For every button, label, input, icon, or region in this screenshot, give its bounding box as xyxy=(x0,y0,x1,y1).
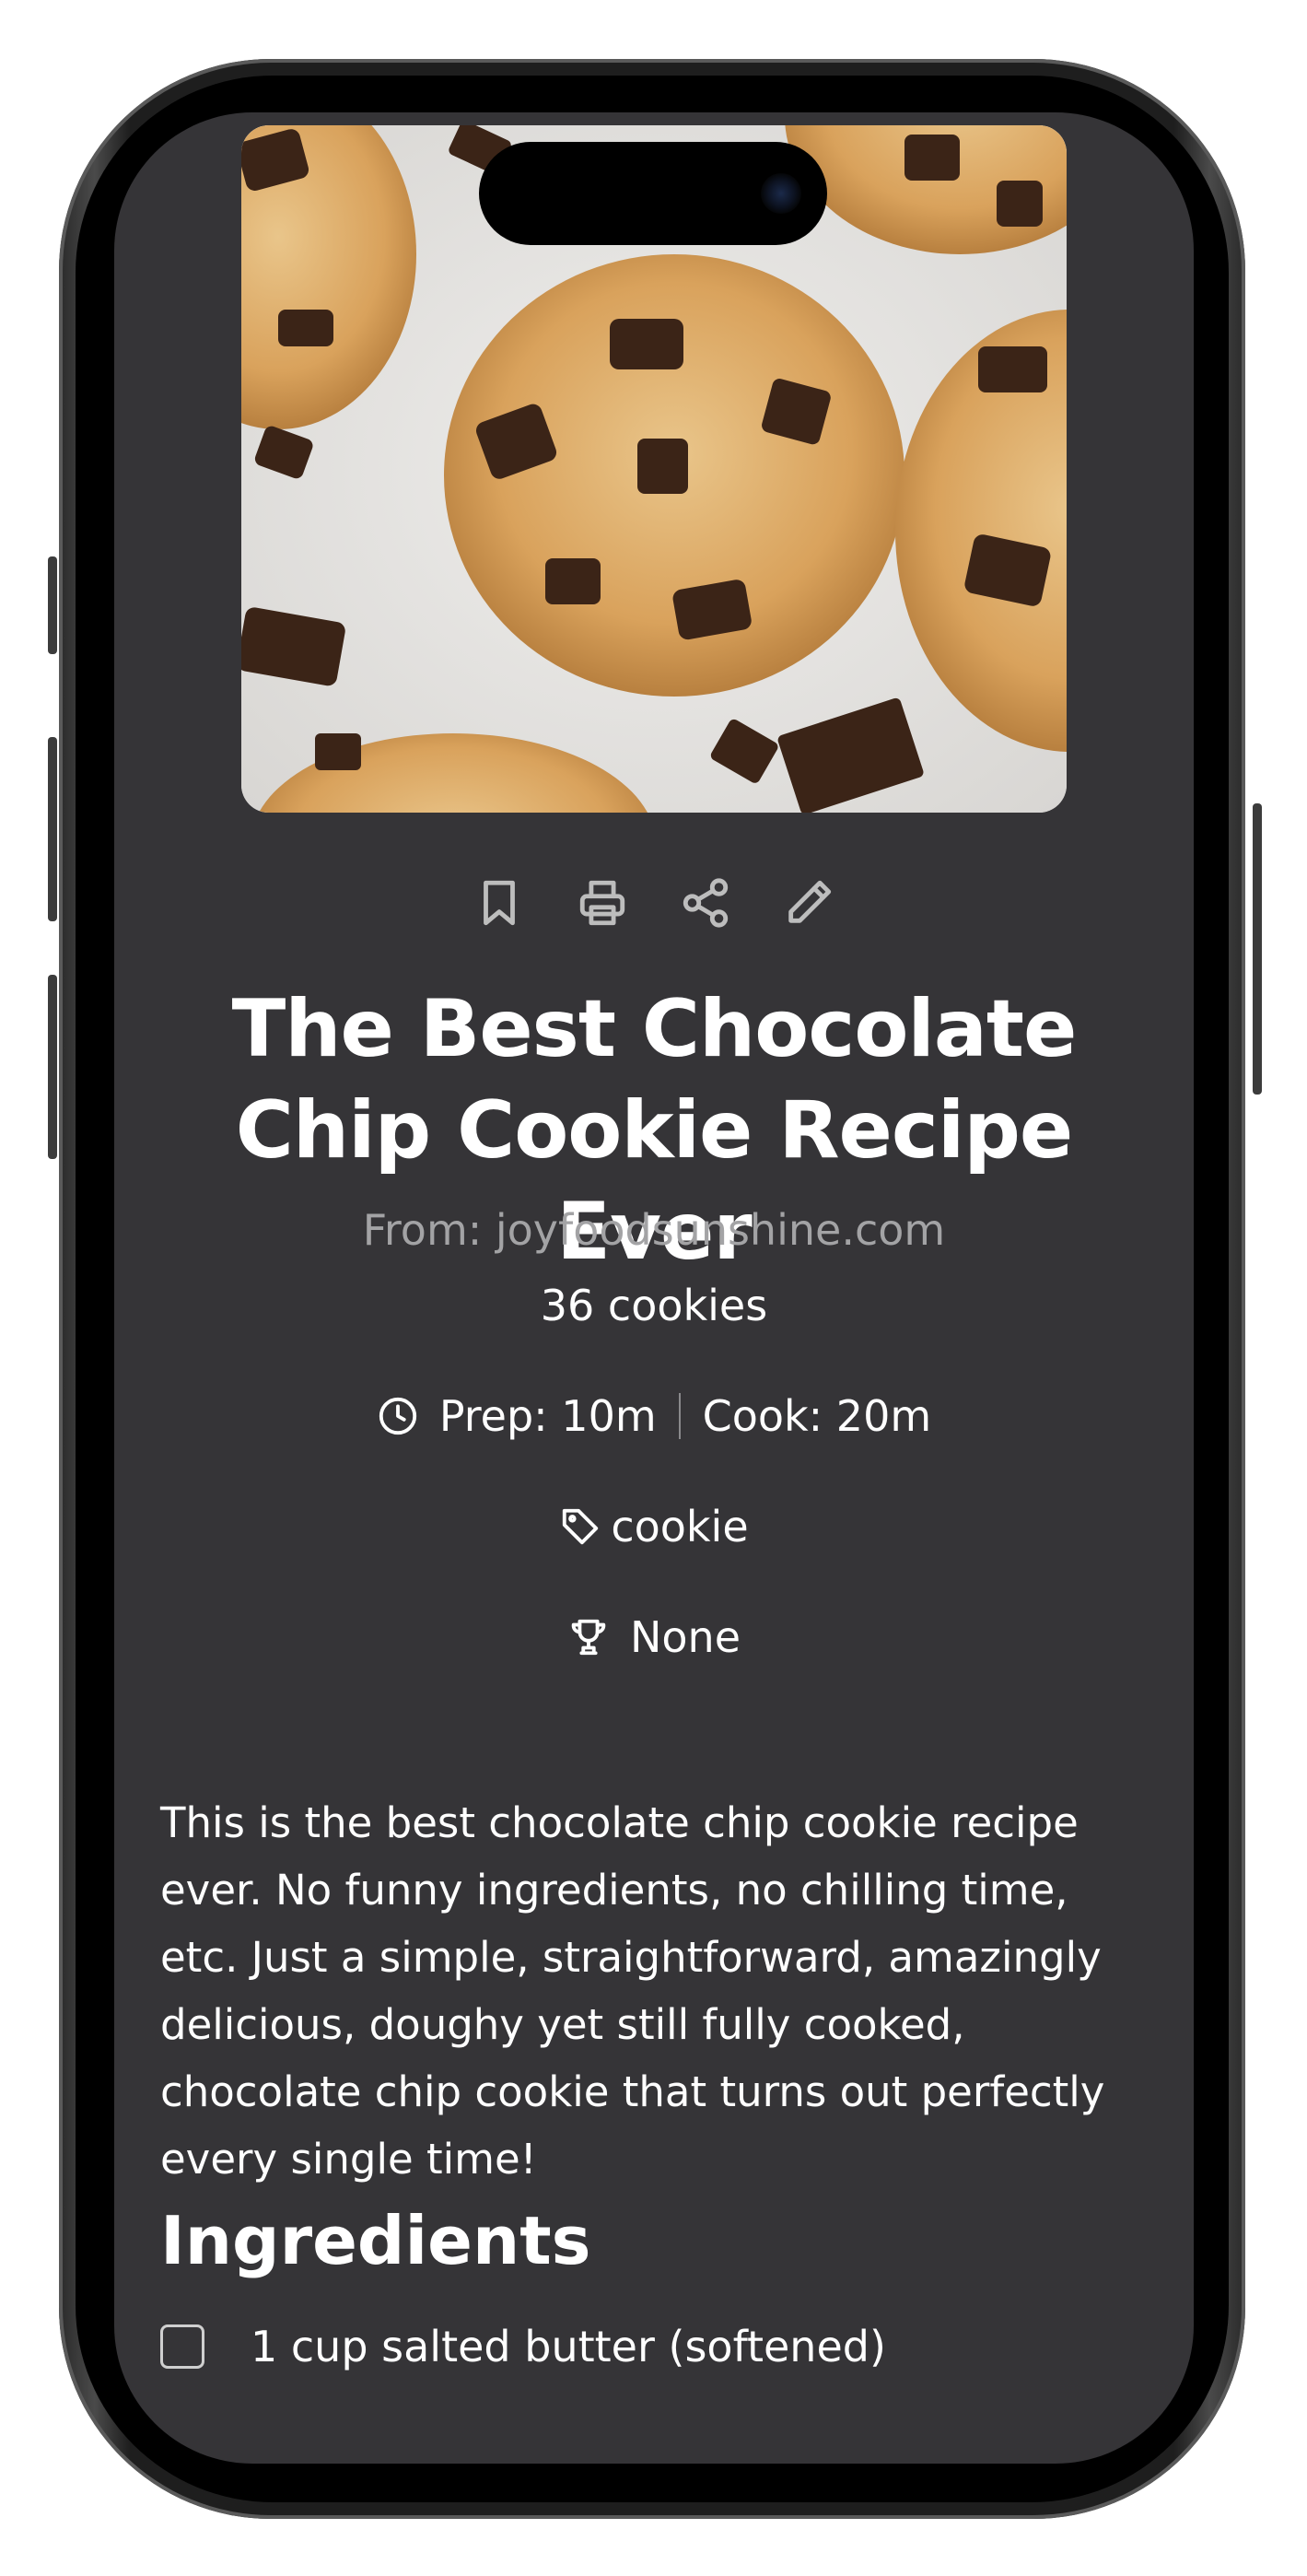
dynamic-island xyxy=(479,142,827,245)
bookmark-button[interactable] xyxy=(466,870,532,936)
screen: The Best Chocolate Chip Cookie Recipe Ev… xyxy=(114,112,1194,2464)
printer-icon xyxy=(579,880,625,926)
ingredient-item[interactable]: 1 cup salted butter (softened) xyxy=(160,2322,886,2371)
ingredient-text: 1 cup salted butter (softened) xyxy=(251,2322,886,2371)
time-info: Prep: 10m Cook: 20m xyxy=(114,1391,1194,1441)
ingredients-heading: Ingredients xyxy=(160,2202,591,2279)
bookmark-icon xyxy=(484,880,515,926)
tag-info: cookie xyxy=(114,1502,1194,1551)
tag-text[interactable]: cookie xyxy=(611,1502,748,1551)
power-button xyxy=(1253,803,1262,1095)
cook-time: Cook: 20m xyxy=(702,1391,932,1441)
volume-down-button xyxy=(48,975,57,1159)
ingredient-checkbox[interactable] xyxy=(160,2324,204,2369)
recipe-description: This is the best chocolate chip cookie r… xyxy=(160,1798,1105,2184)
trophy-icon xyxy=(571,1619,606,1656)
award-text: None xyxy=(629,1612,741,1662)
camera-lens xyxy=(761,173,801,214)
print-button[interactable] xyxy=(569,870,636,936)
recipe-actions xyxy=(114,870,1194,943)
recipe-source[interactable]: From: joyfoodsunshine.com xyxy=(114,1205,1194,1255)
volume-up-button xyxy=(48,737,57,921)
action-button xyxy=(48,556,57,654)
share-icon xyxy=(683,878,729,928)
edit-button[interactable] xyxy=(776,870,842,936)
clock-icon xyxy=(379,1397,416,1435)
servings-text: 36 cookies xyxy=(540,1281,768,1330)
award-info: None xyxy=(114,1612,1194,1662)
servings: 36 cookies xyxy=(114,1281,1194,1330)
time-divider xyxy=(678,1393,681,1439)
share-button[interactable] xyxy=(672,870,739,936)
tag-icon xyxy=(563,1508,599,1545)
prep-time: Prep: 10m xyxy=(438,1391,657,1441)
pencil-icon xyxy=(788,880,832,923)
